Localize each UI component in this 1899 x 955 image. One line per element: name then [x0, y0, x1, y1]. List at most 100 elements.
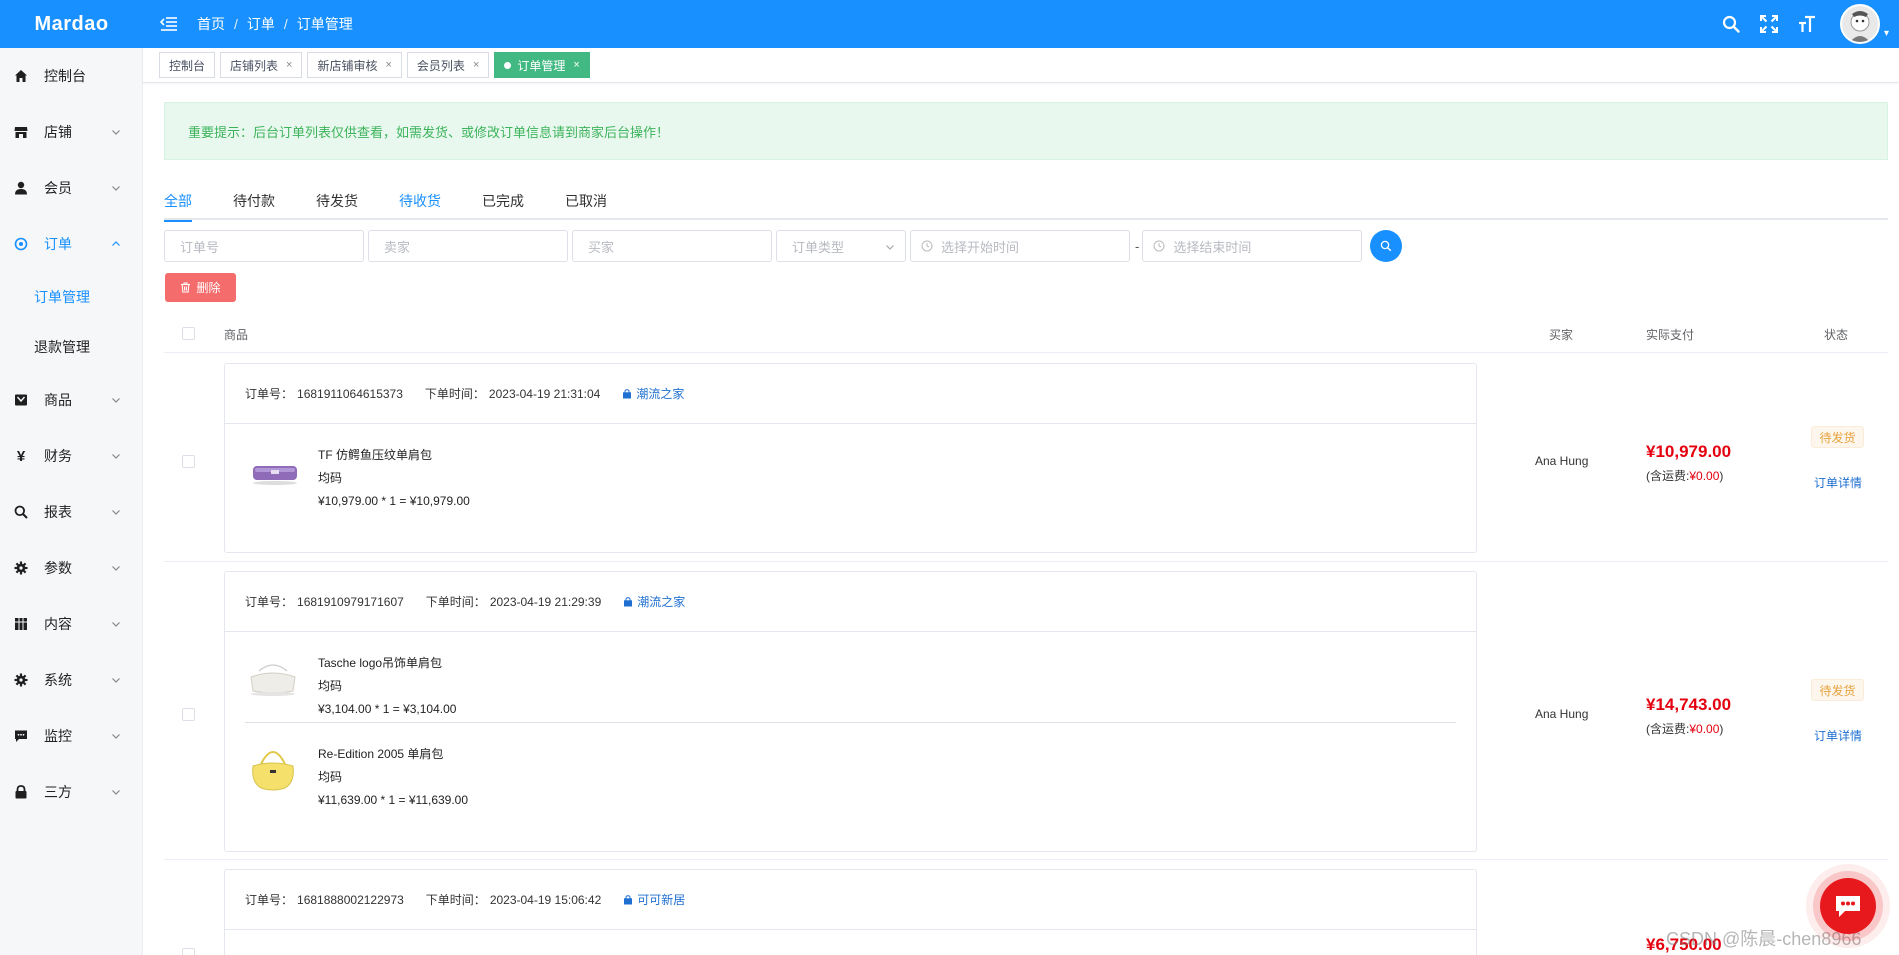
actual-pay: ¥14,743.00 (含运费:¥0.00): [1646, 695, 1731, 737]
font-size-icon[interactable]: [1796, 13, 1818, 35]
lock-icon: [14, 785, 28, 799]
sidebar-item-label: 内容: [44, 616, 72, 632]
gear-icon: [14, 561, 28, 575]
shop-link[interactable]: 潮流之家: [623, 593, 685, 610]
row-checkbox[interactable]: [182, 455, 195, 468]
close-icon[interactable]: ×: [385, 59, 391, 71]
pay-amount: ¥10,979.00: [1646, 442, 1732, 461]
order-time: 2023-04-19 21:29:39: [489, 594, 602, 609]
tag-order-manage[interactable]: 订单管理 ×: [494, 52, 590, 78]
sidebar-subitem-order-manage[interactable]: 订单管理: [0, 272, 142, 322]
sidebar-item-params[interactable]: 参数: [0, 540, 142, 596]
chat-icon: [1836, 896, 1860, 917]
order-detail-link[interactable]: 订单详情: [1814, 727, 1862, 744]
sidebar: 控制台 店铺 会员 订单 订单管理 退款管理 商品 ¥ 财务 报表 参数 内容: [0, 48, 143, 955]
product-name[interactable]: TF 仿鳄鱼压纹单肩包: [318, 444, 470, 467]
app-logo[interactable]: Mardao: [0, 13, 143, 36]
seller-input[interactable]: 卖家: [368, 230, 568, 262]
search-icon[interactable]: [1720, 13, 1742, 35]
select-all-checkbox[interactable]: [182, 327, 195, 340]
breadcrumb-separator: /: [234, 16, 238, 32]
tab-completed[interactable]: 已完成: [482, 186, 524, 220]
order-card: 订单号： 1681911064615373 下单时间： 2023-04-19 2…: [224, 363, 1477, 553]
sidebar-item-label: 系统: [44, 672, 72, 688]
buyer-name: Ana Hung: [1535, 707, 1589, 721]
order-card-header: 订单号： 1681911064615373 下单时间： 2023-04-19 2…: [225, 364, 1476, 424]
product-name[interactable]: Re-Edition 2005 单肩包: [318, 743, 468, 766]
shop-name: 潮流之家: [636, 387, 685, 401]
chevron-down-icon: [112, 790, 120, 795]
product-thumbnail-image[interactable]: [245, 738, 301, 798]
sidebar-item-monitor[interactable]: 监控: [0, 708, 142, 764]
shop-link[interactable]: 可可新居: [623, 891, 685, 908]
product-thumbnail-image[interactable]: [245, 439, 301, 499]
order-no: 1681911064615373: [297, 386, 403, 401]
row-checkbox[interactable]: [182, 708, 195, 721]
buyer-input[interactable]: 买家: [572, 230, 772, 262]
chevron-down-icon: [112, 454, 120, 459]
row-checkbox[interactable]: [182, 948, 195, 955]
tag-new-store-review[interactable]: 新店铺审核 ×: [307, 52, 402, 78]
chat-icon: [14, 729, 28, 743]
sidebar-item-system[interactable]: 系统: [0, 652, 142, 708]
column-goods: 商品: [224, 328, 249, 342]
chevron-down-icon: [112, 622, 120, 627]
product-name[interactable]: Tasche logo吊饰单肩包: [318, 652, 456, 675]
chat-support-button[interactable]: [1820, 878, 1876, 934]
order-type-select[interactable]: 订单类型: [776, 230, 906, 262]
breadcrumb-current: 订单管理: [296, 16, 353, 32]
gear-icon: [14, 673, 28, 687]
caret-down-icon[interactable]: ▾: [1884, 28, 1889, 39]
sidebar-item-label: 订单: [44, 236, 72, 252]
tag-member-list[interactable]: 会员列表 ×: [406, 52, 490, 78]
delete-button[interactable]: 删除: [165, 273, 236, 302]
order-time: 2023-04-19 15:06:42: [489, 892, 602, 907]
sidebar-item-store[interactable]: 店铺: [0, 104, 142, 160]
tab-pending-payment[interactable]: 待付款: [233, 186, 275, 220]
order-detail-link[interactable]: 订单详情: [1814, 474, 1862, 491]
sidebar-item-goods[interactable]: 商品: [0, 372, 142, 428]
chevron-down-icon: [112, 398, 120, 403]
shop-name: 潮流之家: [637, 595, 686, 609]
user-avatar[interactable]: [1839, 4, 1880, 44]
grid-icon: [14, 617, 28, 631]
product-thumbnail-image[interactable]: [245, 647, 301, 707]
sidebar-item-report[interactable]: 报表: [0, 484, 142, 540]
close-icon[interactable]: ×: [573, 59, 579, 71]
tab-cancelled[interactable]: 已取消: [565, 186, 607, 220]
fullscreen-icon[interactable]: [1758, 13, 1780, 35]
tab-pending-shipment[interactable]: 待发货: [316, 186, 358, 220]
actual-pay: ¥10,979.00 (含运费:¥0.00): [1646, 442, 1731, 484]
order-row: 订单号： 1681911064615373 下单时间： 2023-04-19 2…: [164, 354, 1888, 562]
tag-store-list[interactable]: 店铺列表 ×: [220, 52, 303, 78]
order-card: 订单号： 1681888002122973 下单时间： 2023-04-19 1…: [224, 869, 1477, 955]
chevron-down-icon: [112, 510, 120, 515]
order-item: Re-Edition 2005 单肩包 均码 ¥11,639.00 * 1 = …: [245, 722, 1456, 812]
sidebar-item-member[interactable]: 会员: [0, 160, 142, 216]
sidebar-item-third-party[interactable]: 三方: [0, 764, 142, 820]
tab-pending-receipt[interactable]: 待收货: [399, 186, 441, 220]
sidebar-subitem-refund-manage[interactable]: 退款管理: [0, 322, 142, 372]
shipping-close: ): [1719, 722, 1724, 736]
start-time-picker[interactable]: 选择开始时间: [910, 230, 1130, 262]
sidebar-item-label: 参数: [44, 560, 72, 576]
sidebar-item-order[interactable]: 订单: [0, 216, 142, 272]
close-icon[interactable]: ×: [286, 59, 292, 71]
tag-dashboard[interactable]: 控制台: [159, 52, 216, 78]
breadcrumb-home[interactable]: 首页: [197, 14, 225, 34]
breadcrumb-level1[interactable]: 订单: [247, 14, 275, 34]
shop-link[interactable]: 潮流之家: [622, 385, 684, 402]
search-button[interactable]: [1370, 230, 1403, 262]
sidebar-item-content[interactable]: 内容: [0, 596, 142, 652]
order-row: 订单号： 1681888002122973 下单时间： 2023-04-19 1…: [164, 860, 1888, 955]
order-no-input[interactable]: 订单号: [164, 230, 364, 262]
sidebar-item-dashboard[interactable]: 控制台: [0, 48, 142, 104]
chevron-down-icon: [112, 186, 120, 191]
trash-icon: [181, 282, 191, 293]
end-time-picker[interactable]: 选择结束时间: [1142, 230, 1363, 262]
tab-all[interactable]: 全部: [164, 186, 192, 222]
sidebar-item-finance[interactable]: ¥ 财务: [0, 428, 142, 484]
menu-fold-icon[interactable]: [157, 12, 181, 36]
close-icon[interactable]: ×: [473, 59, 479, 71]
chevron-up-icon: [112, 241, 120, 246]
